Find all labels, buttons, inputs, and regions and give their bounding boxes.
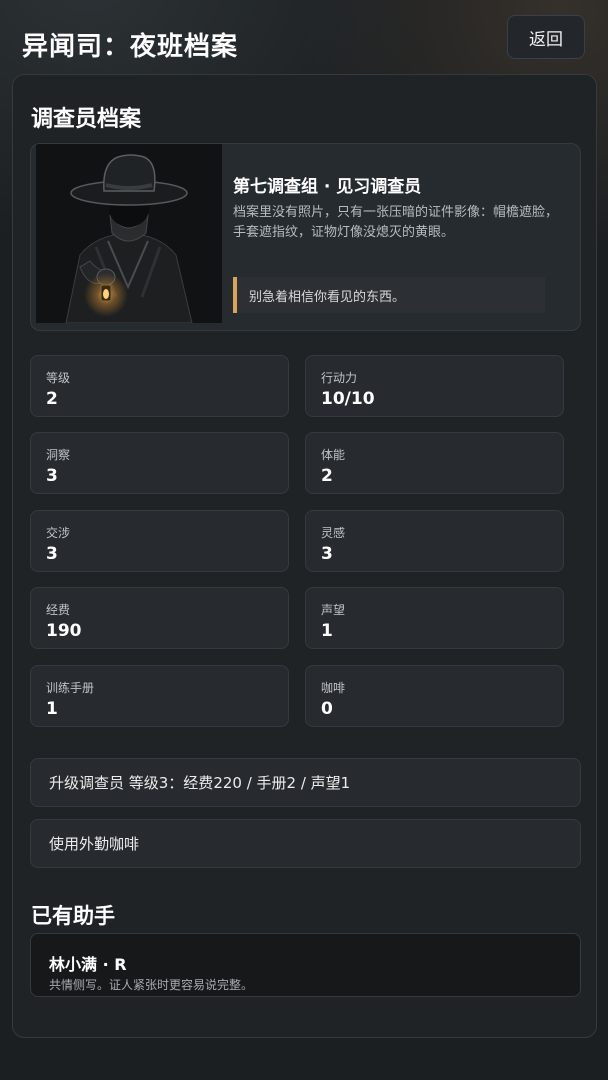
stat-label: 等级: [46, 371, 71, 385]
stat-value: 0: [321, 699, 333, 719]
profile-section-title: 调查员档案: [31, 107, 142, 132]
use-coffee-button[interactable]: 使用外勤咖啡: [30, 819, 581, 868]
helpers-section-title: 已有助手: [31, 904, 115, 928]
stat-label: 咖啡: [321, 681, 346, 695]
helper-description: 共情侧写。证人紧张时更容易说完整。: [49, 978, 254, 992]
detective-portrait: [36, 144, 222, 323]
stat-label: 声望: [321, 603, 346, 617]
stat-reputation: 声望 1: [305, 587, 564, 649]
back-button[interactable]: 返回: [507, 15, 585, 59]
stat-label: 体能: [321, 448, 346, 462]
stat-value: 2: [321, 466, 333, 486]
stat-stamina: 体能 2: [305, 432, 564, 494]
stat-coffee: 咖啡 0: [305, 665, 564, 727]
stat-action-points: 行动力 10/10: [305, 355, 564, 417]
stat-label: 洞察: [46, 448, 71, 462]
stat-label: 行动力: [321, 371, 358, 385]
profile-card: 第七调查组 · 见习调查员 档案里没有照片，只有一张压暗的证件影像：帽檐遮脸，手…: [30, 143, 581, 331]
helper-name: 林小满 · R: [49, 955, 127, 974]
stat-value: 10/10: [321, 389, 375, 409]
stat-level: 等级 2: [30, 355, 289, 417]
upgrade-investigator-button[interactable]: 升级调查员 等级3：经费220 / 手册2 / 声望1: [30, 758, 581, 807]
page-title: 异闻司：夜班档案: [22, 32, 239, 62]
stat-insight: 洞察 3: [30, 432, 289, 494]
stat-inspiration: 灵感 3: [305, 510, 564, 572]
investigator-quote: 别急着相信你看见的东西。: [233, 277, 545, 313]
stat-value: 3: [321, 544, 333, 564]
stat-value: 1: [321, 621, 333, 641]
stat-label: 经费: [46, 603, 71, 617]
stat-value: 190: [46, 621, 82, 641]
stat-label: 灵感: [321, 526, 346, 540]
stat-value: 2: [46, 389, 58, 409]
stat-training-manual: 训练手册 1: [30, 665, 289, 727]
helper-card[interactable]: 林小满 · R 共情侧写。证人紧张时更容易说完整。: [30, 933, 581, 997]
stat-value: 3: [46, 466, 58, 486]
stat-label: 训练手册: [46, 681, 95, 695]
stat-label: 交涉: [46, 526, 71, 540]
stat-funds: 经费 190: [30, 587, 289, 649]
stat-value: 3: [46, 544, 58, 564]
stat-negotiation: 交涉 3: [30, 510, 289, 572]
stat-value: 1: [46, 699, 58, 719]
investigator-description: 档案里没有照片，只有一张压暗的证件影像：帽檐遮脸，手套遮指纹，证物灯像没熄灭的黄…: [233, 205, 559, 240]
investigator-panel: 调查员档案 第七调查组 · 见习调查员 档案里没有照片，只有一张压暗的证件影像：…: [12, 74, 597, 1038]
investigator-name: 第七调查组 · 见习调查员: [233, 177, 422, 197]
